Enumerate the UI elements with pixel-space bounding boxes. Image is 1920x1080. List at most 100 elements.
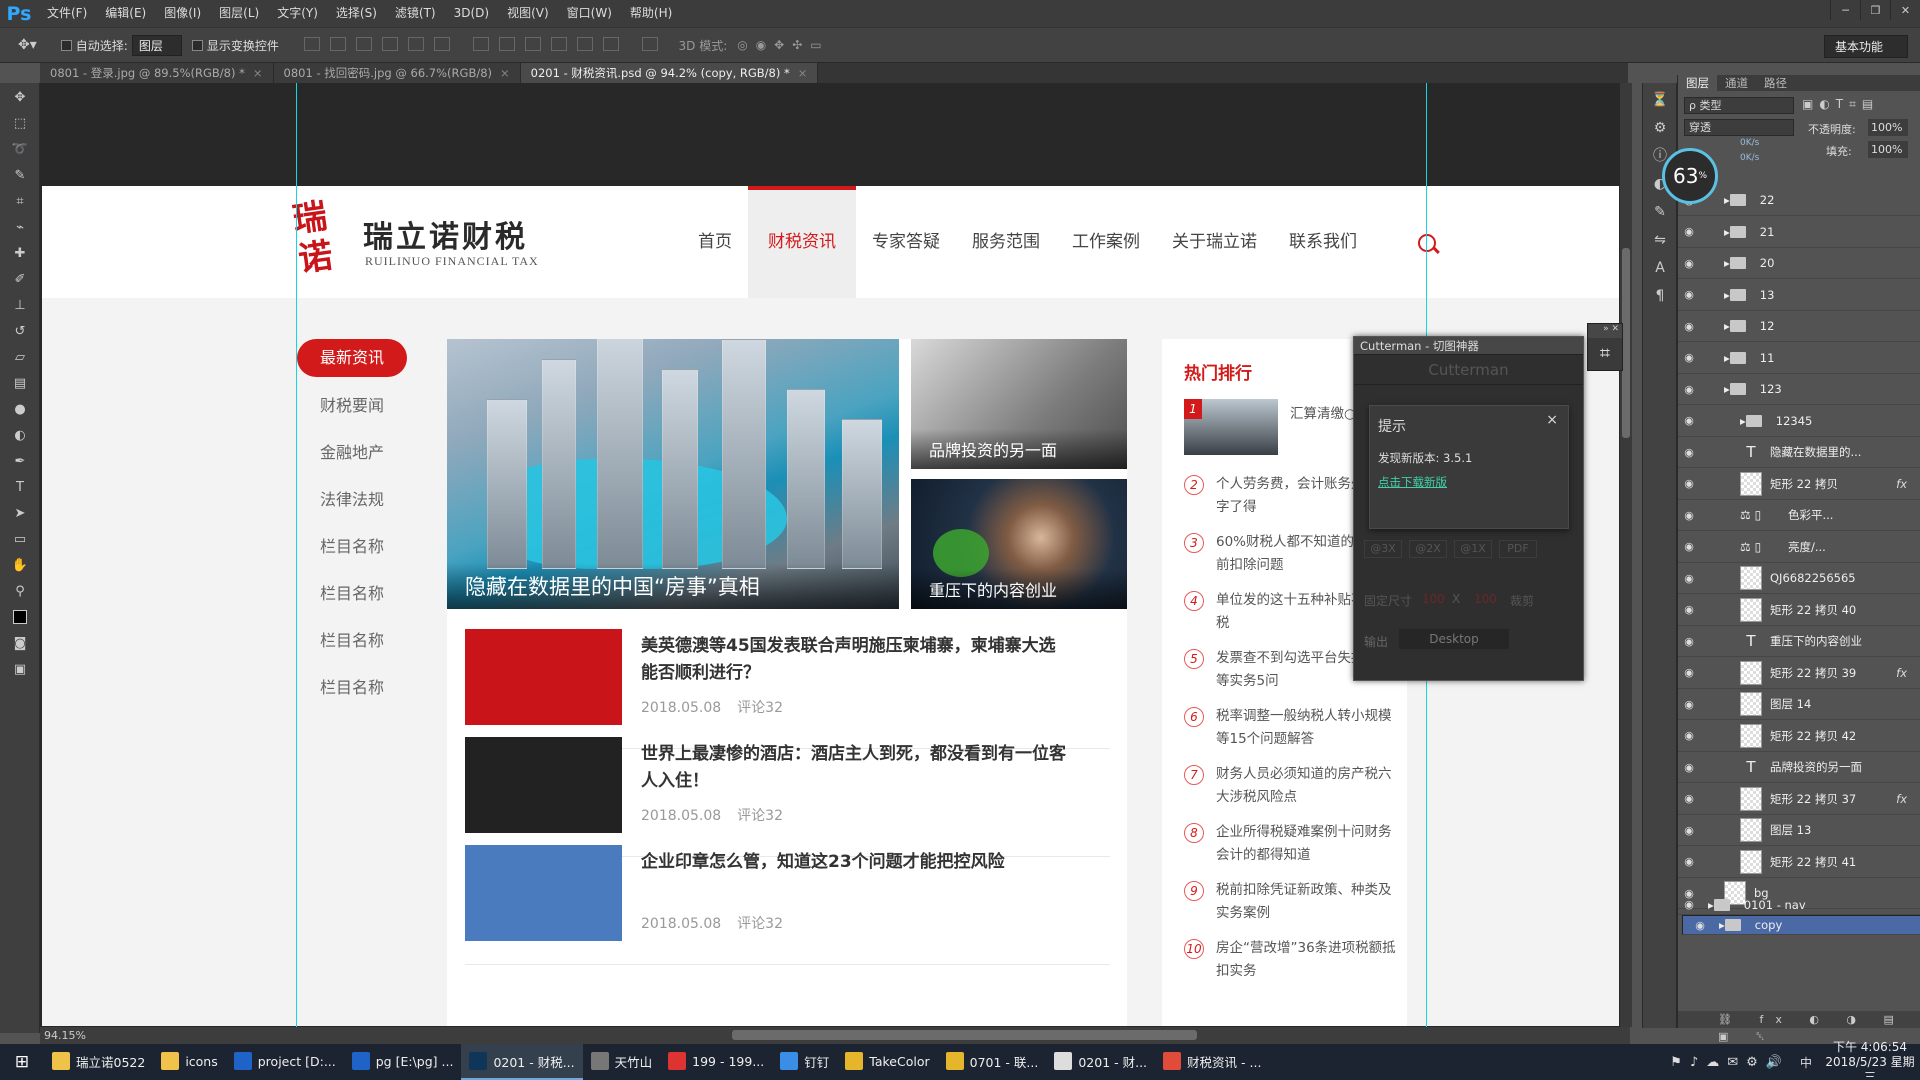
news-title[interactable]: 美英德澳等45国发表联合声明施压柬埔寨，柬埔寨大选能否顺利进行？ <box>641 633 1071 687</box>
nav-item[interactable]: 关于瑞立诺 <box>1156 186 1273 298</box>
tab-close-icon[interactable]: × <box>253 66 263 80</box>
taskbar-item[interactable]: 199 - 199... <box>660 1044 772 1080</box>
news-item[interactable]: 企业印章怎么管，知道这23个问题才能把控风险 2018.05.08 评论32 <box>465 845 1110 965</box>
path-select-tool-icon[interactable]: ➤ <box>7 501 33 525</box>
type-tool-icon[interactable]: T <box>7 475 33 499</box>
show-transform-checkbox[interactable] <box>191 39 203 51</box>
disclosure-arrow-icon[interactable]: ▸ <box>1708 898 1714 912</box>
photoshop-logo[interactable]: Ps <box>0 0 38 27</box>
disclosure-arrow-icon[interactable]: ▸ <box>1724 225 1730 239</box>
crop-tool-icon[interactable]: ⌗ <box>7 189 33 213</box>
vertical-scrollbar[interactable] <box>1620 83 1632 1027</box>
visibility-eye-icon[interactable]: ◉ <box>1689 919 1711 932</box>
document-tab[interactable]: 0801 - 找回密码.jpg @ 66.7%(RGB/8) × <box>273 63 521 83</box>
tray-icons[interactable]: ⚑♪☁✉⚙🔊 <box>1670 1055 1790 1070</box>
dodge-tool-icon[interactable]: ◐ <box>7 423 33 447</box>
nav-item[interactable]: 工作案例 <box>1056 186 1156 298</box>
taskbar-item[interactable]: 0201 - 财... <box>1046 1044 1155 1080</box>
visibility-eye-icon[interactable]: ◉ <box>1678 320 1700 333</box>
distribute-top-icon[interactable] <box>472 36 489 51</box>
minimize-button[interactable]: ─ <box>1830 0 1860 20</box>
clock[interactable]: 下午 4:06:54 2018/5/23 星期三 <box>1820 1040 1920 1080</box>
layer-row[interactable]: ◉ ▸ 12 <box>1678 311 1920 342</box>
auto-select-dropdown[interactable]: 图层 <box>131 34 182 56</box>
side-nav-item[interactable]: 栏目名称 <box>297 668 407 715</box>
move-tool-icon[interactable]: ✥▾ <box>18 37 37 53</box>
layer-row[interactable]: ◉ ▸ 21 <box>1678 217 1920 248</box>
layers-tab[interactable]: 路径 <box>1756 75 1795 91</box>
paragraph-icon[interactable]: ¶ <box>1648 285 1672 307</box>
character-icon[interactable]: A <box>1648 257 1672 279</box>
layer-row[interactable]: ◉ ▸ 0101 - nav <box>1678 895 1920 915</box>
news-title[interactable]: 企业印章怎么管，知道这23个问题才能把控风险 <box>641 849 1071 876</box>
crop-icon[interactable]: ⌗ <box>1588 338 1622 370</box>
taskbar-item[interactable]: 0201 - 财税... <box>461 1044 583 1080</box>
disclosure-arrow-icon[interactable]: ▸ <box>1719 918 1725 932</box>
history-icon[interactable]: ⏳ <box>1648 89 1672 111</box>
gradient-tool-icon[interactable]: ▤ <box>7 371 33 395</box>
start-button[interactable]: ⊞ <box>0 1044 44 1080</box>
news-item[interactable]: 美英德澳等45国发表联合声明施压柬埔寨，柬埔寨大选能否顺利进行？ 2018.05.… <box>465 629 1110 749</box>
layer-row[interactable]: ◉ T 品牌投资的另一面 <box>1678 752 1920 783</box>
eyedropper-tool-icon[interactable]: ⌁ <box>7 215 33 239</box>
properties-icon[interactable]: ⚙ <box>1648 117 1672 139</box>
visibility-eye-icon[interactable]: ◉ <box>1678 225 1700 238</box>
layers-tab[interactable]: 图层 <box>1678 75 1717 91</box>
layer-row[interactable]: ◉ 矩形 22 拷贝 37 fx <box>1678 784 1920 815</box>
fx-icon[interactable]: fx <box>1896 666 1907 680</box>
layer-row[interactable]: ◉ T 隐藏在数据里的... <box>1678 437 1920 468</box>
taskbar-item[interactable]: icons <box>153 1044 225 1080</box>
layer-row[interactable]: ◉ 矩形 22 拷贝 41 <box>1678 847 1920 878</box>
floating-panel-controls[interactable]: » ✕ <box>1588 324 1622 338</box>
taskbar-item[interactable]: 钉钉 <box>772 1044 837 1080</box>
3d-mode-icons[interactable]: ◎◉✥✣▭ <box>737 38 829 52</box>
hand-tool-icon[interactable]: ✋ <box>7 553 33 577</box>
search-icon[interactable] <box>1418 234 1436 252</box>
height-field[interactable]: 100 <box>1474 592 1497 606</box>
scale-1x-button[interactable]: @1X <box>1454 540 1492 558</box>
align-right-icon[interactable] <box>433 36 450 51</box>
visibility-eye-icon[interactable]: ◉ <box>1678 792 1700 805</box>
layer-row[interactable]: ◉ ▸ 20 <box>1678 248 1920 279</box>
visibility-eye-icon[interactable]: ◉ <box>1678 855 1700 868</box>
width-field[interactable]: 100 <box>1422 592 1445 606</box>
visibility-eye-icon[interactable]: ◉ <box>1678 383 1700 396</box>
disclosure-arrow-icon[interactable]: ▸ <box>1724 382 1730 396</box>
download-link[interactable]: 点击下载新版 <box>1378 474 1447 490</box>
visibility-eye-icon[interactable]: ◉ <box>1678 414 1700 427</box>
visibility-eye-icon[interactable]: ◉ <box>1678 477 1700 490</box>
menu-item[interactable]: 图层(L) <box>210 0 268 27</box>
visibility-eye-icon[interactable]: ◉ <box>1678 635 1700 648</box>
nav-item[interactable]: 联系我们 <box>1273 186 1373 298</box>
pen-tool-icon[interactable]: ✒ <box>7 449 33 473</box>
nav-item[interactable]: 首页 <box>682 186 748 298</box>
layer-row[interactable]: ◉ 矩形 22 拷贝 39 fx <box>1678 658 1920 689</box>
menu-item[interactable]: 编辑(E) <box>96 0 155 27</box>
move-tool-icon[interactable]: ✥ <box>7 85 33 109</box>
layer-filter-dropdown[interactable]: ρ 类型 <box>1684 97 1794 114</box>
side-nav-item[interactable]: 最新资讯 <box>297 339 407 377</box>
pdf-button[interactable]: PDF <box>1499 540 1537 558</box>
menu-item[interactable]: 滤镜(T) <box>386 0 445 27</box>
side-nav-item[interactable]: 栏目名称 <box>297 527 407 574</box>
scale-3x-button[interactable]: @3X <box>1364 540 1402 558</box>
horizontal-scroll-thumb[interactable] <box>732 1030 1197 1040</box>
blend-mode-dropdown[interactable]: 穿透 <box>1684 119 1794 136</box>
menu-item[interactable]: 文件(F) <box>38 0 96 27</box>
news-thumb[interactable] <box>465 737 622 833</box>
visibility-eye-icon[interactable]: ◉ <box>1678 898 1700 911</box>
distribute-right-icon[interactable] <box>602 36 619 51</box>
dialog-close-icon[interactable]: × <box>1546 412 1558 428</box>
fx-icon[interactable]: fx <box>1896 477 1907 491</box>
screen-mode-icon[interactable]: ▣ <box>7 657 33 681</box>
align-bottom-icon[interactable] <box>355 36 372 51</box>
platform-select[interactable]: Desktop <box>1399 629 1509 649</box>
disclosure-arrow-icon[interactable]: ▸ <box>1724 193 1730 207</box>
taskbar-item[interactable]: TakeColor <box>837 1044 937 1080</box>
layers-tab[interactable]: 通道 <box>1717 75 1756 91</box>
tab-close-icon[interactable]: × <box>798 66 808 80</box>
scroll-thumb[interactable] <box>1622 248 1630 438</box>
taskbar-item[interactable]: 财税资讯 - ... <box>1155 1044 1269 1080</box>
clip-button[interactable]: 裁剪 <box>1510 592 1534 609</box>
nav-item[interactable]: 服务范围 <box>956 186 1056 298</box>
